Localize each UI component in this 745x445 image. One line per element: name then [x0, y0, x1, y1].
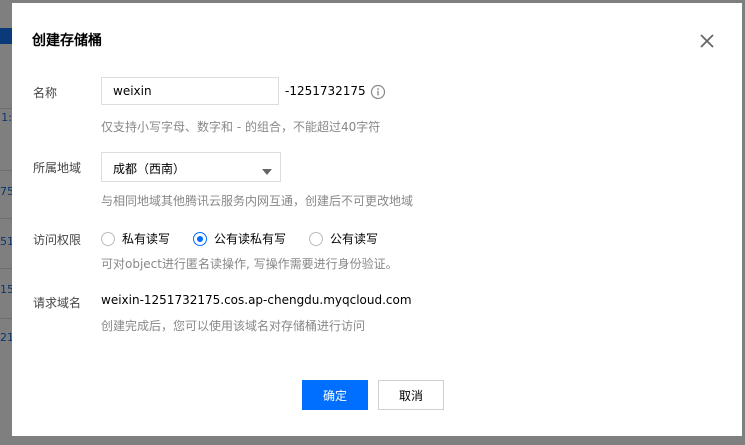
background-row-divider: [0, 318, 12, 319]
background-page: [0, 0, 12, 445]
info-circle-icon[interactable]: [370, 84, 386, 100]
background-row-divider: [0, 108, 12, 109]
close-icon[interactable]: [695, 29, 719, 53]
background-row-fragment: 15: [0, 283, 12, 296]
background-row-fragment: 21: [0, 331, 12, 344]
radio-label: 私有读写: [122, 232, 171, 246]
access-help-text: 可对object进行匿名读操作, 写操作需要进行身份验证。: [101, 257, 398, 271]
background-row-divider: [0, 268, 12, 269]
background-row-divider: [0, 218, 12, 219]
bucket-name-suffix: -1251732175: [285, 84, 366, 98]
radio-label: 公有读写: [330, 232, 379, 246]
region-select[interactable]: 成都（西南）: [101, 152, 281, 182]
background-page-bottom: [0, 436, 745, 445]
radio-label: 公有读私有写: [214, 232, 287, 246]
name-help-text: 仅支持小写字母、数字和 - 的组合，不能超过40字符: [101, 120, 381, 134]
radio-circle-checked: [193, 231, 207, 246]
radio-public-rw[interactable]: 公有读写: [309, 230, 378, 247]
access-label: 访问权限: [33, 233, 82, 247]
radio-circle: [101, 231, 115, 246]
create-bucket-dialog: 创建存储桶 名称 -1251732175 仅支持小写字母、数字和 - 的组合，不…: [12, 3, 742, 436]
confirm-button[interactable]: 确定: [302, 380, 368, 410]
caret-down-icon: [262, 164, 272, 178]
name-label: 名称: [33, 86, 58, 100]
radio-public-read-private-write[interactable]: 公有读私有写: [193, 230, 286, 247]
background-header-strip: [0, 28, 12, 44]
background-row-fragment: 51: [0, 235, 12, 248]
radio-circle: [309, 231, 323, 246]
background-row-fragment: 1:: [1, 111, 12, 124]
dialog-title: 创建存储桶: [32, 33, 102, 49]
region-label: 所属地域: [33, 161, 82, 175]
domain-label: 请求域名: [33, 296, 82, 310]
region-help-text: 与相同地域其他腾讯云服务内网互通，创建后不可更改地域: [101, 194, 414, 208]
cancel-button[interactable]: 取消: [378, 380, 444, 410]
domain-help-text: 创建完成后，您可以使用该域名对存储桶进行访问: [101, 319, 366, 333]
radio-private-rw[interactable]: 私有读写: [101, 230, 170, 247]
region-selected-value: 成都（西南）: [113, 162, 186, 176]
request-domain-value: weixin-1251732175.cos.ap-chengdu.myqclou…: [101, 293, 412, 307]
background-row-fragment: 75: [0, 185, 12, 198]
background-row-divider: [0, 170, 12, 171]
bucket-name-input[interactable]: [101, 77, 279, 105]
